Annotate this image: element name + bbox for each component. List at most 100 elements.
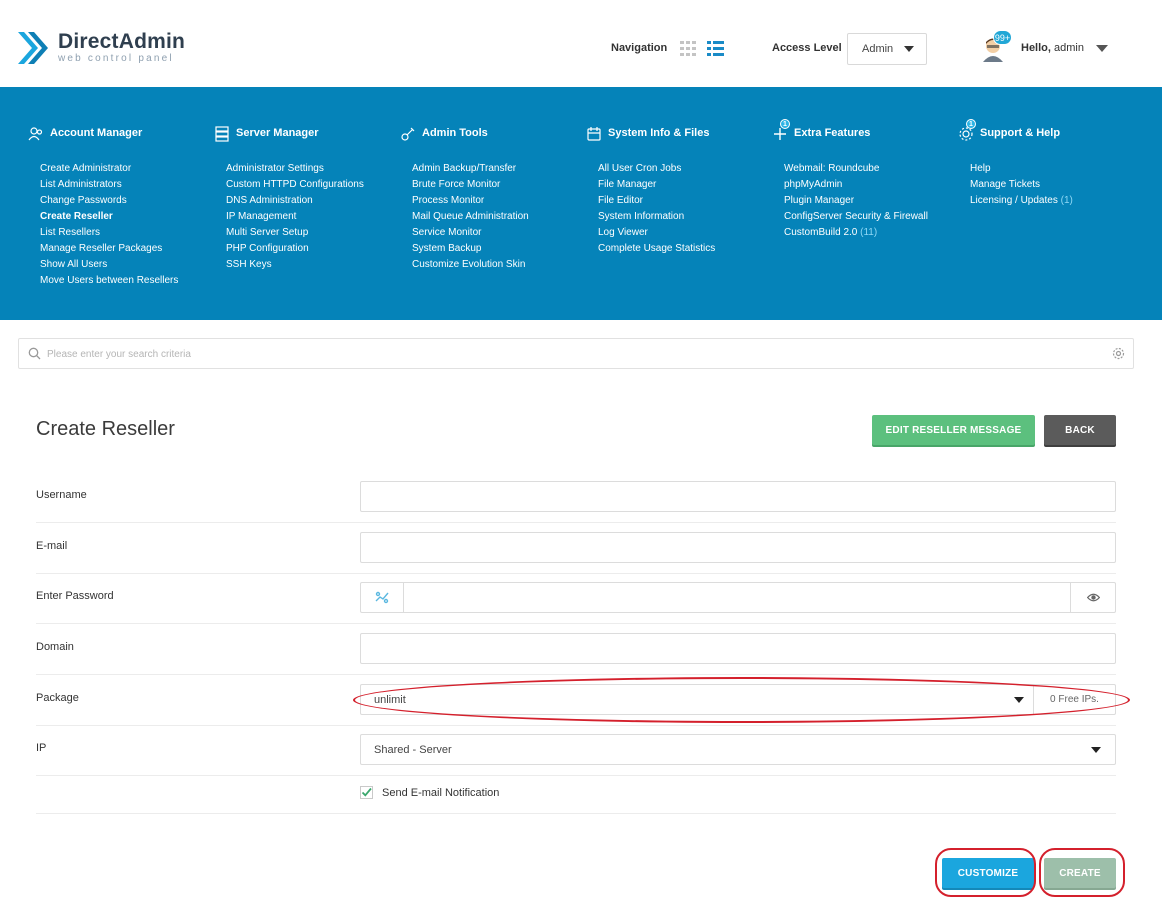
search-icon: [28, 347, 41, 360]
domain-label: Domain: [36, 641, 74, 653]
menu-item-ip-management[interactable]: IP Management: [226, 209, 392, 225]
menu-item-system-information[interactable]: System Information: [598, 209, 764, 225]
directadmin-logo[interactable]: DirectAdmin web control panel: [16, 28, 206, 70]
menu-item-brute-force-monitor[interactable]: Brute Force Monitor: [412, 177, 578, 193]
generate-password-button[interactable]: [361, 583, 404, 612]
menu-item-list-administrators[interactable]: List Administrators: [40, 177, 206, 193]
menu-item-list-resellers[interactable]: List Resellers: [40, 225, 206, 241]
menu-item-phpmyadmin[interactable]: phpMyAdmin: [784, 177, 950, 193]
toggle-password-visibility-button[interactable]: [1070, 583, 1115, 612]
greeting-text: Hello,: [1021, 42, 1051, 54]
edit-reseller-message-button[interactable]: EDIT RESELLER MESSAGE: [872, 415, 1035, 445]
password-input[interactable]: [405, 583, 1159, 612]
page-title: Create Reseller: [36, 418, 175, 440]
menu-item-move-users[interactable]: Move Users between Resellers: [40, 273, 206, 289]
domain-input[interactable]: [361, 634, 1115, 663]
menu-item-custombuild[interactable]: CustomBuild 2.0 (11): [784, 225, 950, 241]
menu-column-server-manager: Server Manager Administrator Settings Cu…: [212, 125, 392, 273]
menu-item-plugin-manager[interactable]: Plugin Manager: [784, 193, 950, 209]
caret-down-icon: [904, 46, 914, 52]
menu-item-manage-tickets[interactable]: Manage Tickets: [970, 177, 1136, 193]
menu-item-create-administrator[interactable]: Create Administrator: [40, 161, 206, 177]
menu-item-webmail[interactable]: Webmail: Roundcube: [784, 161, 950, 177]
send-email-notification-checkbox[interactable]: [360, 786, 373, 799]
menu-heading-text: Account Manager: [50, 127, 143, 139]
ip-row: IP Shared - Server: [36, 725, 1116, 776]
menu-heading-extra-features[interactable]: 1 Extra Features: [770, 119, 950, 145]
username-text: admin: [1054, 42, 1084, 54]
menu-heading-account-manager[interactable]: Account Manager: [26, 125, 206, 145]
menu-item-ssh-keys[interactable]: SSH Keys: [226, 257, 392, 273]
menu-column-account-manager: Account Manager Create Administrator Lis…: [26, 125, 206, 289]
email-input[interactable]: [361, 533, 1115, 562]
search-settings-gear-icon[interactable]: [1112, 347, 1125, 360]
menu-heading-text: Extra Features: [794, 127, 871, 139]
package-row: Package unlimit 0 Free IPs.: [36, 675, 1116, 726]
list-view-icon[interactable]: [707, 41, 724, 56]
eye-icon: [1087, 593, 1100, 602]
menu-item-change-passwords[interactable]: Change Passwords: [40, 193, 206, 209]
menu-item-create-reseller[interactable]: Create Reseller: [40, 209, 206, 225]
menu-item-configserver-firewall[interactable]: ConfigServer Security & Firewall: [784, 209, 950, 225]
menu-item-service-monitor[interactable]: Service Monitor: [412, 225, 578, 241]
access-level-label: Access Level: [772, 42, 842, 54]
user-menu-caret-icon[interactable]: [1096, 45, 1108, 52]
menu-item-administrator-settings[interactable]: Administrator Settings: [226, 161, 392, 177]
extra-features-badge: 1: [780, 119, 790, 129]
menu-item-dns-administration[interactable]: DNS Administration: [226, 193, 392, 209]
menu-item-help[interactable]: Help: [970, 161, 1136, 177]
menu-item-system-backup[interactable]: System Backup: [412, 241, 578, 257]
create-button[interactable]: CREATE: [1044, 858, 1116, 888]
menu-item-label: Licensing / Updates: [970, 195, 1058, 206]
menu-item-mail-queue[interactable]: Mail Queue Administration: [412, 209, 578, 225]
menu-column-support-help: 1 Support & Help Help Manage Tickets Lic…: [956, 119, 1136, 209]
username-input[interactable]: [361, 482, 1115, 511]
menu-item-php-configuration[interactable]: PHP Configuration: [226, 241, 392, 257]
menu-item-licensing-updates[interactable]: Licensing / Updates (1): [970, 193, 1136, 209]
tools-icon: [401, 127, 415, 141]
grid-view-icon[interactable]: [680, 41, 697, 56]
menu-heading-server-manager[interactable]: Server Manager: [212, 125, 392, 145]
menu-item-show-all-users[interactable]: Show All Users: [40, 257, 206, 273]
menu-heading-system-info[interactable]: System Info & Files: [584, 125, 764, 145]
username-row: Username: [36, 472, 1116, 523]
email-row: E-mail: [36, 523, 1116, 574]
support-help-badge: 1: [966, 119, 976, 129]
menu-heading-admin-tools[interactable]: Admin Tools: [398, 125, 578, 145]
send-email-notification-label[interactable]: Send E-mail Notification: [382, 787, 499, 799]
access-level-select[interactable]: Admin: [847, 33, 927, 65]
package-select-value: unlimit: [374, 694, 406, 706]
customize-button[interactable]: CUSTOMIZE: [942, 858, 1034, 888]
back-button[interactable]: BACK: [1044, 415, 1116, 445]
notification-row: Send E-mail Notification: [36, 775, 1116, 814]
ip-select[interactable]: Shared - Server: [360, 734, 1116, 765]
licensing-count: (1): [1060, 195, 1073, 206]
search-input[interactable]: [47, 345, 1097, 363]
menu-item-file-editor[interactable]: File Editor: [598, 193, 764, 209]
menu-heading-support-help[interactable]: 1 Support & Help: [956, 119, 1136, 145]
notifications-badge[interactable]: 99+: [993, 30, 1012, 45]
menu-item-usage-statistics[interactable]: Complete Usage Statistics: [598, 241, 764, 257]
package-select[interactable]: unlimit 0 Free IPs.: [360, 684, 1116, 715]
menu-item-custom-httpd[interactable]: Custom HTTPD Configurations: [226, 177, 392, 193]
domain-row: Domain: [36, 624, 1116, 675]
menu-item-cron-jobs[interactable]: All User Cron Jobs: [598, 161, 764, 177]
menu-item-log-viewer[interactable]: Log Viewer: [598, 225, 764, 241]
menu-item-customize-skin[interactable]: Customize Evolution Skin: [412, 257, 578, 273]
server-icon: [215, 126, 229, 142]
menu-item-multi-server-setup[interactable]: Multi Server Setup: [226, 225, 392, 241]
caret-down-icon: [1014, 697, 1024, 703]
menu-item-file-manager[interactable]: File Manager: [598, 177, 764, 193]
search-bar: [18, 338, 1134, 369]
email-label: E-mail: [36, 540, 68, 552]
user-greeting[interactable]: Hello, admin: [1021, 42, 1084, 54]
password-field-wrapper: [360, 582, 1159, 613]
menu-heading-text: Server Manager: [236, 127, 319, 139]
menu-item-label: CustomBuild 2.0: [784, 227, 858, 238]
menu-item-manage-reseller-packages[interactable]: Manage Reseller Packages: [40, 241, 206, 257]
menu-item-admin-backup[interactable]: Admin Backup/Transfer: [412, 161, 578, 177]
menu-item-process-monitor[interactable]: Process Monitor: [412, 193, 578, 209]
logo-chevron-icon: [18, 32, 48, 64]
users-icon: [28, 127, 43, 141]
menu-column-extra-features: 1 Extra Features Webmail: Roundcube phpM…: [770, 119, 950, 241]
